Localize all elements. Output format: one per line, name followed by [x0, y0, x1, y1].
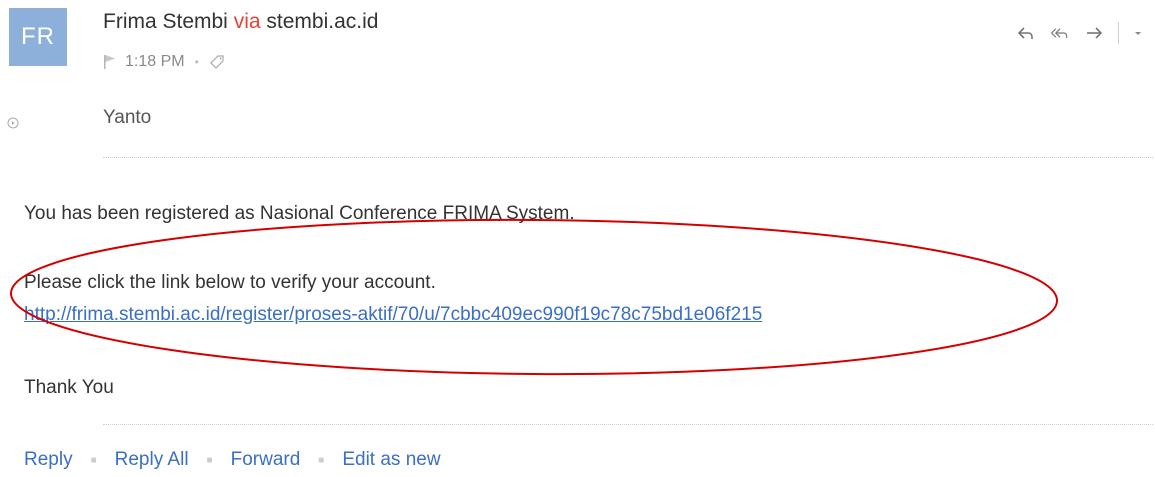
message-actions: Reply ■ Reply All ■ Forward ■ Edit as ne… — [24, 449, 441, 471]
reply-all-button[interactable]: Reply All — [115, 449, 189, 471]
action-separator: ■ — [90, 454, 97, 466]
reply-button[interactable]: Reply — [24, 449, 73, 471]
footer-divider — [103, 424, 1153, 425]
red-annotation-ellipse — [10, 218, 1058, 376]
forward-button[interactable]: Forward — [231, 449, 301, 471]
action-separator: ■ — [206, 454, 213, 466]
action-separator: ■ — [318, 454, 325, 466]
edit-as-new-button[interactable]: Edit as new — [342, 449, 440, 471]
